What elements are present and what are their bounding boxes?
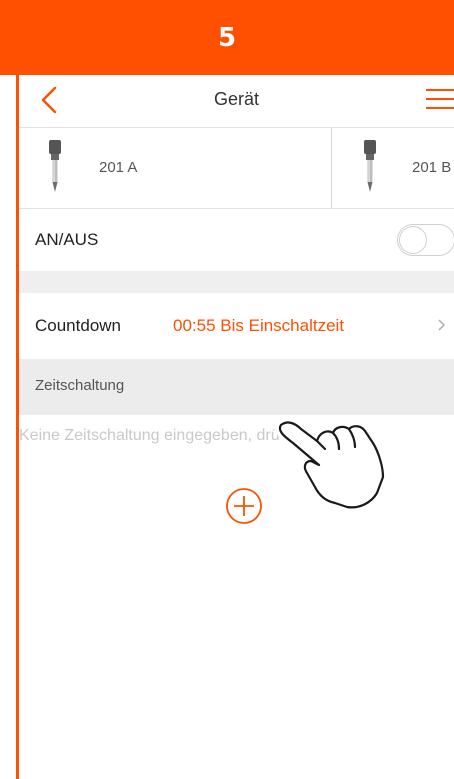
app-screen: Gerät 201 A 201 B AN/AUS Countdown 00:55… (16, 75, 454, 779)
step-banner: 5 (0, 0, 454, 75)
toggle-knob (399, 226, 427, 254)
chevron-right-icon (438, 319, 445, 331)
device-item[interactable]: 201 A (19, 128, 331, 208)
device-selector: 201 A 201 B (19, 128, 454, 208)
power-label: AN/AUS (35, 230, 99, 249)
timer-section-header: Zeitschaltung (19, 359, 454, 415)
step-number: 5 (217, 22, 237, 53)
menu-button[interactable] (424, 85, 454, 113)
plug-icon (49, 140, 61, 192)
section-label: Zeitschaltung (35, 377, 125, 394)
power-row: AN/AUS (19, 209, 454, 271)
pointing-hand-icon (275, 417, 388, 512)
device-label: 201 B (412, 159, 452, 176)
hamburger-menu-icon (426, 89, 454, 109)
device-label: 201 A (99, 159, 138, 176)
power-toggle[interactable] (397, 224, 454, 256)
countdown-value: 00:55 Bis Einschaltzeit (173, 316, 345, 335)
navigation-bar: Gerät (19, 75, 454, 127)
device-item[interactable]: 201 B (332, 128, 454, 208)
section-spacer (19, 271, 454, 293)
plug-icon (364, 140, 376, 192)
countdown-label: Countdown (35, 316, 122, 335)
page-title: Gerät (213, 89, 260, 109)
plus-circle-icon (226, 488, 262, 524)
countdown-row[interactable]: Countdown 00:55 Bis Einschaltzeit (19, 293, 454, 359)
add-timer-button[interactable] (225, 487, 263, 525)
